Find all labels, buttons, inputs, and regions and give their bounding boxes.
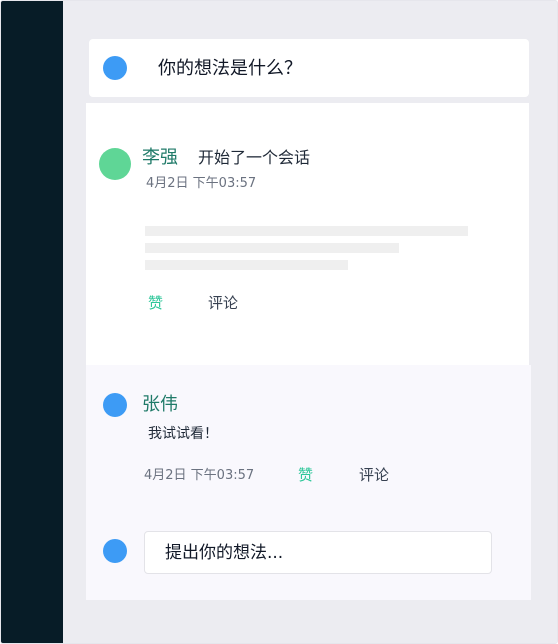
comment-text: 我试试看！ [148, 426, 218, 442]
app-frame: 你的想法是什么？ 李强 开始了一个会话 4月2日 下午03:57 赞 评论 张伟… [0, 0, 558, 644]
status-composer[interactable]: 你的想法是什么？ [89, 39, 529, 97]
post-action-text: 开始了一个会话 [198, 148, 311, 167]
avatar[interactable] [103, 393, 127, 417]
comment-author[interactable]: 张伟 [142, 393, 178, 417]
post-timestamp: 4月2日 下午03:57 [146, 176, 257, 191]
avatar [103, 56, 127, 80]
comment-timestamp: 4月2日 下午03:57 [144, 468, 255, 483]
comment-section: 张伟 我试试看！ 4月2日 下午03:57 赞 评论 [86, 365, 531, 600]
content-placeholder-line [145, 260, 348, 270]
content-placeholder-line [145, 226, 468, 236]
avatar[interactable] [99, 148, 131, 180]
like-button[interactable]: 赞 [148, 293, 163, 313]
comment-reply-button[interactable]: 评论 [359, 465, 389, 485]
sidebar [1, 1, 63, 643]
composer-prompt[interactable]: 你的想法是什么？ [158, 57, 302, 81]
reply-input[interactable] [144, 531, 492, 574]
post-author[interactable]: 李强 [142, 146, 178, 170]
post-card: 李强 开始了一个会话 4月2日 下午03:57 赞 评论 [86, 103, 529, 365]
avatar [103, 539, 127, 563]
comment-like-button[interactable]: 赞 [298, 465, 313, 485]
comment-button[interactable]: 评论 [208, 293, 238, 313]
content-placeholder-line [145, 243, 399, 253]
